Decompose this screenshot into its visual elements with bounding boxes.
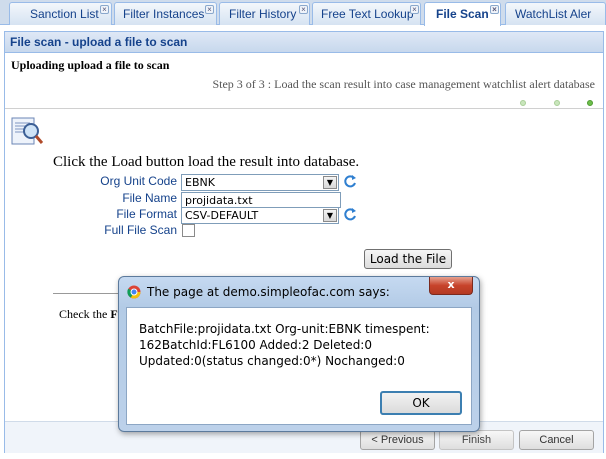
tab-watchlist-alert[interactable]: WatchList Aler: [505, 2, 606, 25]
document-search-icon: [11, 117, 43, 145]
file-format-label: File Format: [116, 207, 177, 221]
panel-title: File scan - upload a file to scan: [4, 31, 604, 53]
tab-label: File Scan: [436, 7, 489, 21]
close-icon: x: [447, 278, 455, 291]
close-icon[interactable]: ×: [299, 5, 308, 14]
close-button[interactable]: x: [429, 277, 473, 295]
close-icon[interactable]: ×: [205, 5, 214, 14]
instruction-text: Click the Load button load the result in…: [53, 154, 360, 170]
cancel-button[interactable]: Cancel: [519, 430, 594, 450]
tab-label: Filter Instances: [123, 7, 205, 21]
chrome-icon: [127, 285, 141, 299]
tab-sanction-list[interactable]: Sanction List ×: [9, 2, 112, 25]
close-icon[interactable]: ×: [100, 5, 109, 14]
check-text: Check the Fu: [59, 307, 124, 322]
tab-label: Sanction List: [30, 7, 99, 21]
close-icon[interactable]: ×: [410, 5, 419, 14]
previous-button[interactable]: < Previous: [360, 430, 435, 450]
file-name-field[interactable]: projidata.txt: [181, 192, 341, 208]
full-scan-label: Full File Scan: [104, 223, 177, 237]
chevron-down-icon[interactable]: ▼: [323, 209, 337, 222]
alert-dialog: The page at demo.simpleofac.com says: x …: [118, 276, 480, 432]
refresh-icon[interactable]: [343, 174, 357, 188]
ok-button[interactable]: OK: [380, 391, 462, 415]
file-format-select[interactable]: CSV-DEFAULT ▼: [181, 207, 339, 224]
step-indicator-3: [587, 100, 593, 106]
org-unit-label: Org Unit Code: [100, 174, 177, 188]
org-unit-select[interactable]: EBNK ▼: [181, 174, 339, 191]
dialog-content: BatchFile:projidata.txt Org-unit:EBNK ti…: [126, 307, 472, 425]
step-indicator-2: [554, 100, 560, 106]
wizard-heading: Uploading upload a file to scan: [11, 58, 170, 72]
tab-filter-instances[interactable]: Filter Instances ×: [114, 2, 217, 25]
check-text-prefix: Check the: [59, 307, 111, 321]
full-scan-checkbox[interactable]: [182, 224, 195, 237]
load-file-button[interactable]: Load the File: [364, 249, 452, 269]
tab-label: Filter History: [229, 7, 297, 21]
step-indicator-1: [520, 100, 526, 106]
close-icon[interactable]: ×: [490, 5, 499, 14]
wizard-header: Uploading upload a file to scan Step 3 o…: [5, 53, 603, 109]
dialog-message: BatchFile:projidata.txt Org-unit:EBNK ti…: [139, 322, 430, 368]
chevron-down-icon[interactable]: ▼: [323, 176, 337, 189]
wizard-step-text: Step 3 of 3 : Load the scan result into …: [212, 77, 595, 91]
tab-label: WatchList Aler: [515, 7, 592, 21]
finish-button[interactable]: Finish: [439, 430, 514, 450]
org-unit-value: EBNK: [185, 176, 215, 189]
file-format-value: CSV-DEFAULT: [185, 209, 259, 222]
file-name-label: File Name: [122, 191, 177, 205]
dialog-title: The page at demo.simpleofac.com says:: [147, 285, 390, 299]
tab-bar: Sanction List × Filter Instances × Filte…: [0, 0, 606, 26]
tab-filter-history[interactable]: Filter History ×: [219, 2, 310, 25]
tab-file-scan[interactable]: File Scan ×: [424, 2, 501, 26]
tab-label: Free Text Lookup: [321, 7, 414, 21]
tab-free-text-lookup[interactable]: Free Text Lookup ×: [312, 2, 421, 25]
refresh-icon[interactable]: [343, 207, 357, 221]
